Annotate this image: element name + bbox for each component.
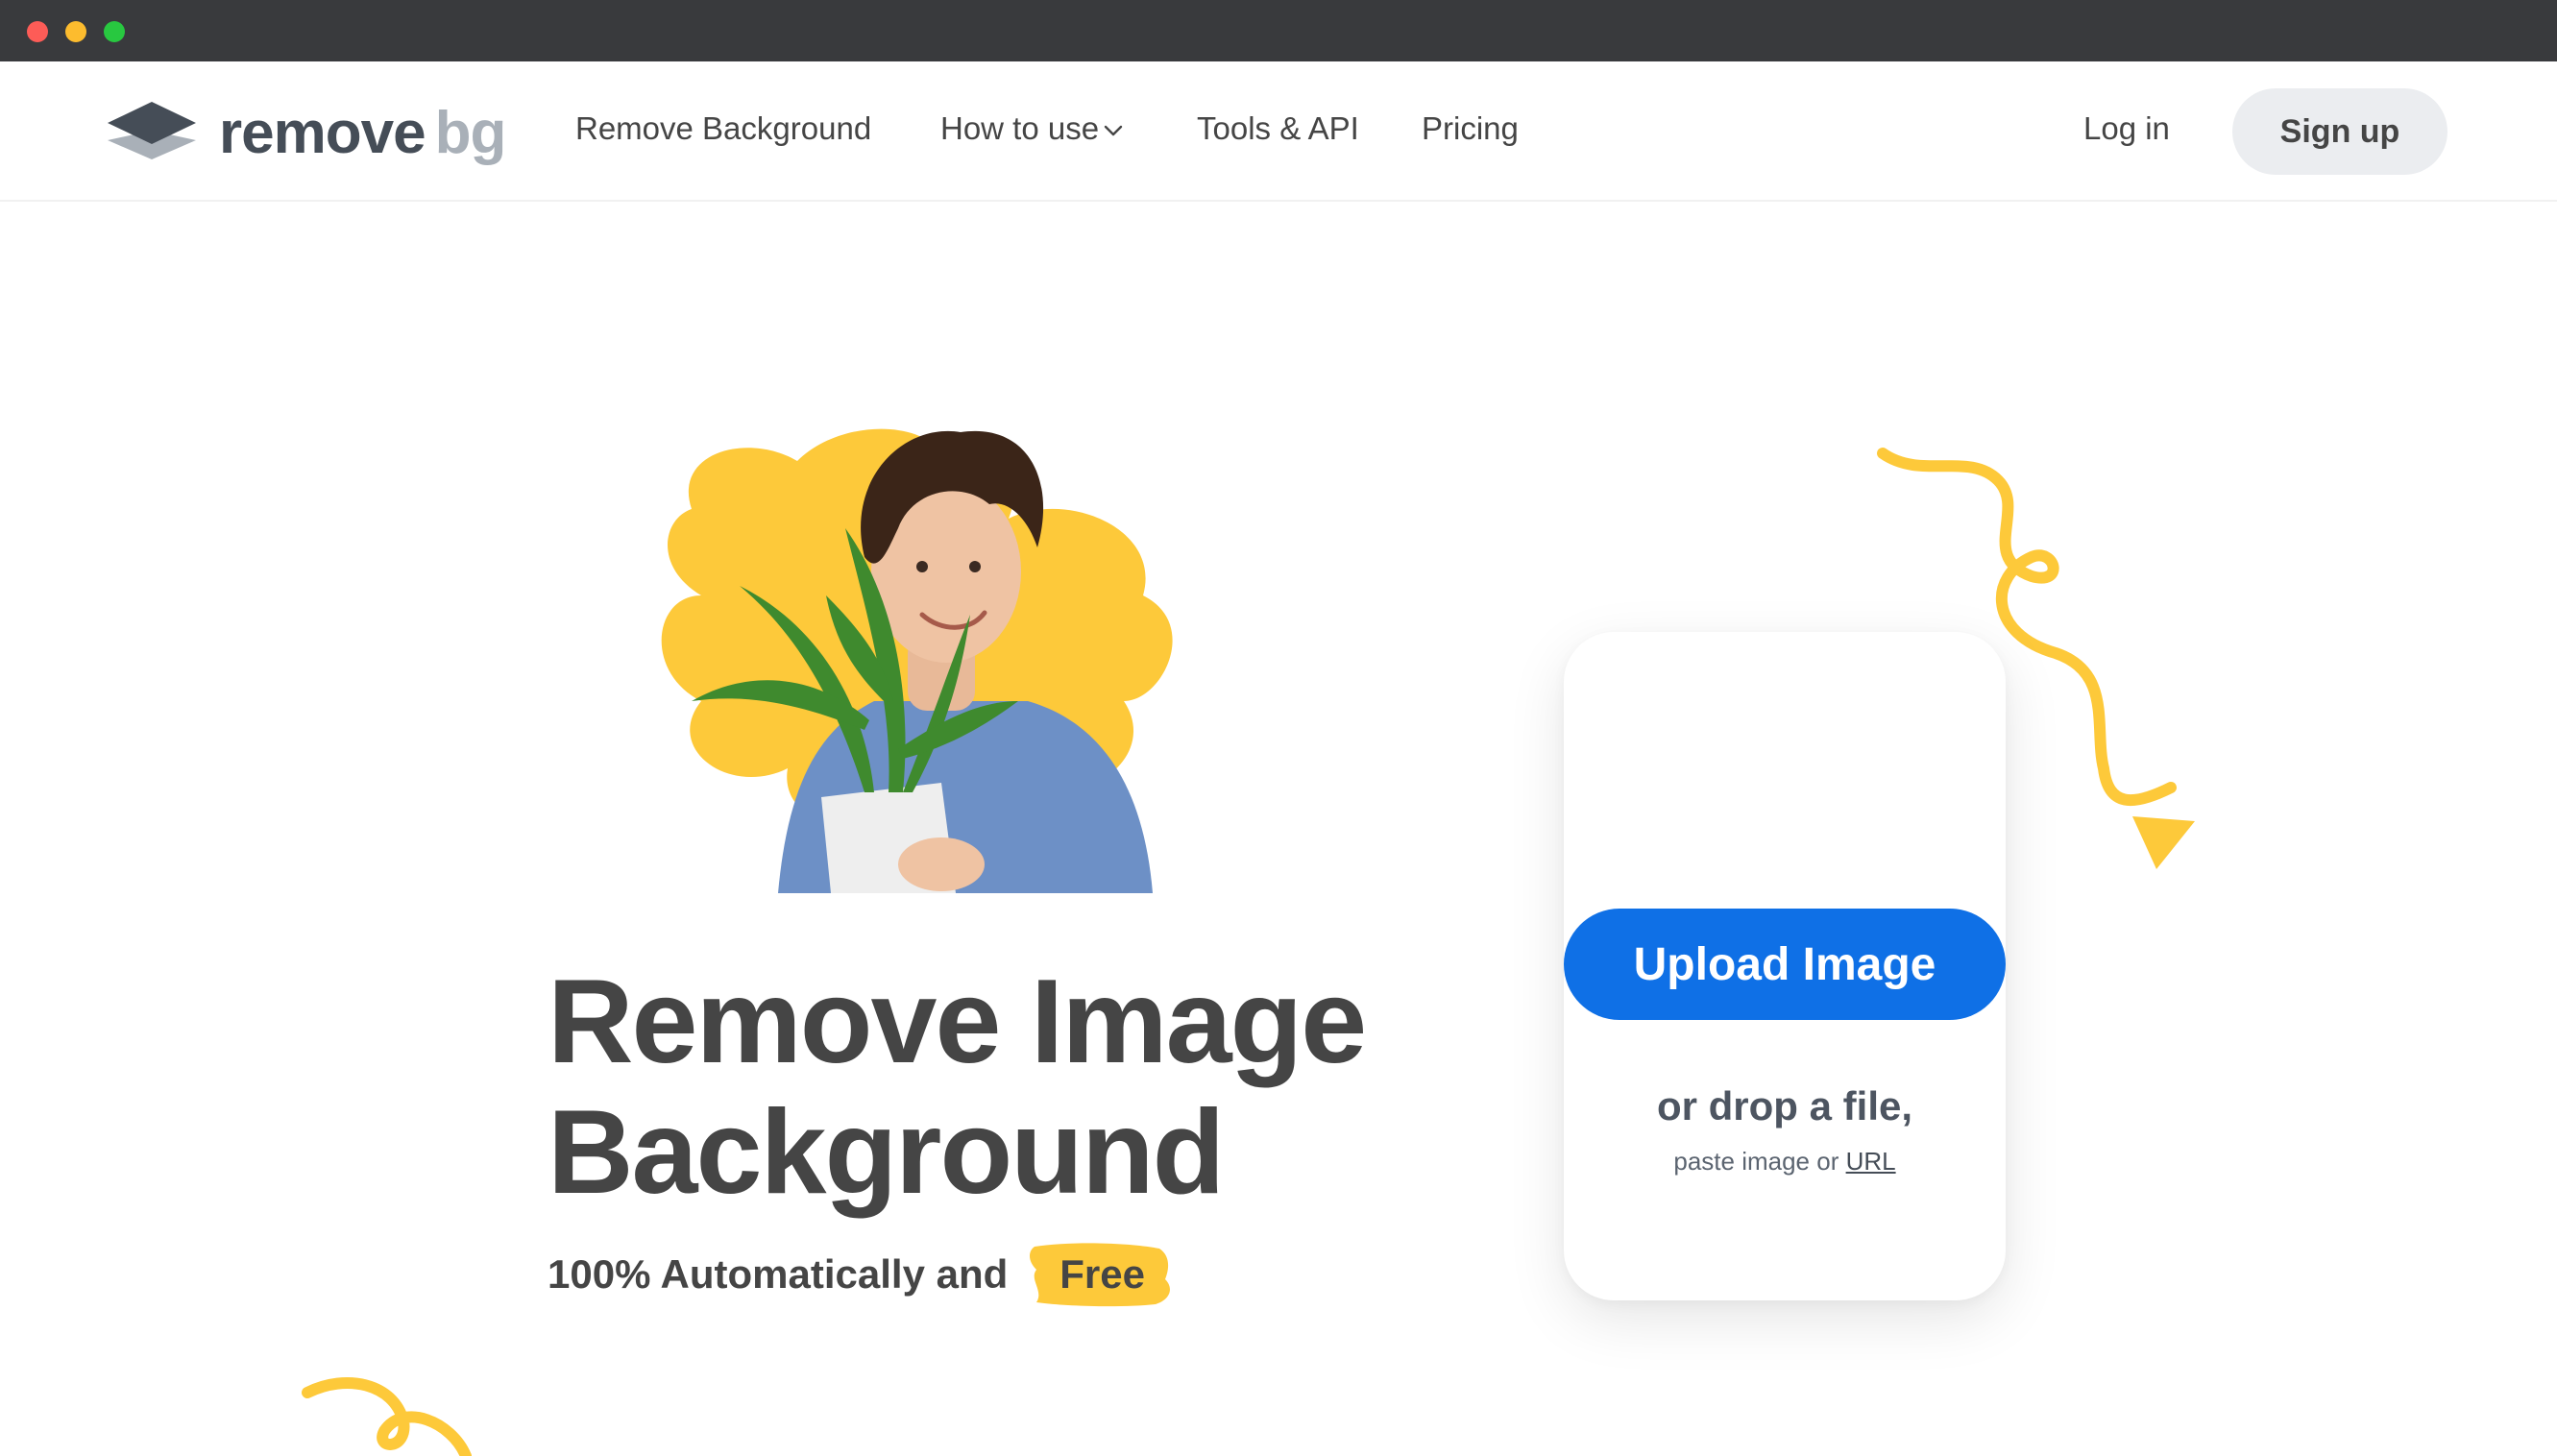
hero-subtitle-text: 100% Automatically and [548,1251,1009,1297]
chevron-down-icon [1104,126,1123,136]
paste-image-text: paste image or URL [1564,1147,2006,1177]
hero-person-image [661,428,1173,893]
nav-remove-background[interactable]: Remove Background [575,109,871,148]
hero-title-line2: Background [548,1086,1225,1219]
hero-subtitle: 100% Automatically and Free [548,1243,1174,1307]
drop-file-text: or drop a file, [1656,1083,1913,1128]
hero-title: Remove Image Background [548,957,1508,1218]
window-titlebar [0,0,2557,61]
maximize-window-button[interactable] [104,21,125,42]
minimize-window-button[interactable] [65,21,86,42]
logo-wordmark: remove bg [219,104,506,163]
url-link[interactable]: URL [1846,1147,1896,1176]
upload-card[interactable]: Upload Image or drop a file, paste image… [1564,632,2006,1300]
upload-image-button[interactable]: Upload Image [1564,909,2006,1020]
top-navigation: remove bg Remove Background How to use To… [0,61,2557,202]
logo-word-remove: remove [219,100,426,166]
squiggle-decoration [302,1377,472,1456]
nav-how-to-use-label: How to use [940,110,1100,146]
free-highlight: Free [1030,1243,1174,1307]
paste-prefix: paste image or [1673,1147,1839,1176]
hero-title-line1: Remove Image [548,956,1367,1088]
hand-shape [898,837,985,891]
close-window-button[interactable] [27,21,48,42]
logo-word-bg: bg [434,100,507,166]
layers-logo-icon [108,102,196,159]
signup-button[interactable]: Sign up [2232,88,2447,175]
nav-how-to-use[interactable]: How to use [940,109,1126,148]
logo[interactable]: remove bg [108,98,521,167]
nav-pricing[interactable]: Pricing [1422,109,1519,148]
nav-tools-api[interactable]: Tools & API [1197,109,1359,148]
free-text: Free [1059,1251,1145,1297]
login-link[interactable]: Log in [2083,109,2170,148]
